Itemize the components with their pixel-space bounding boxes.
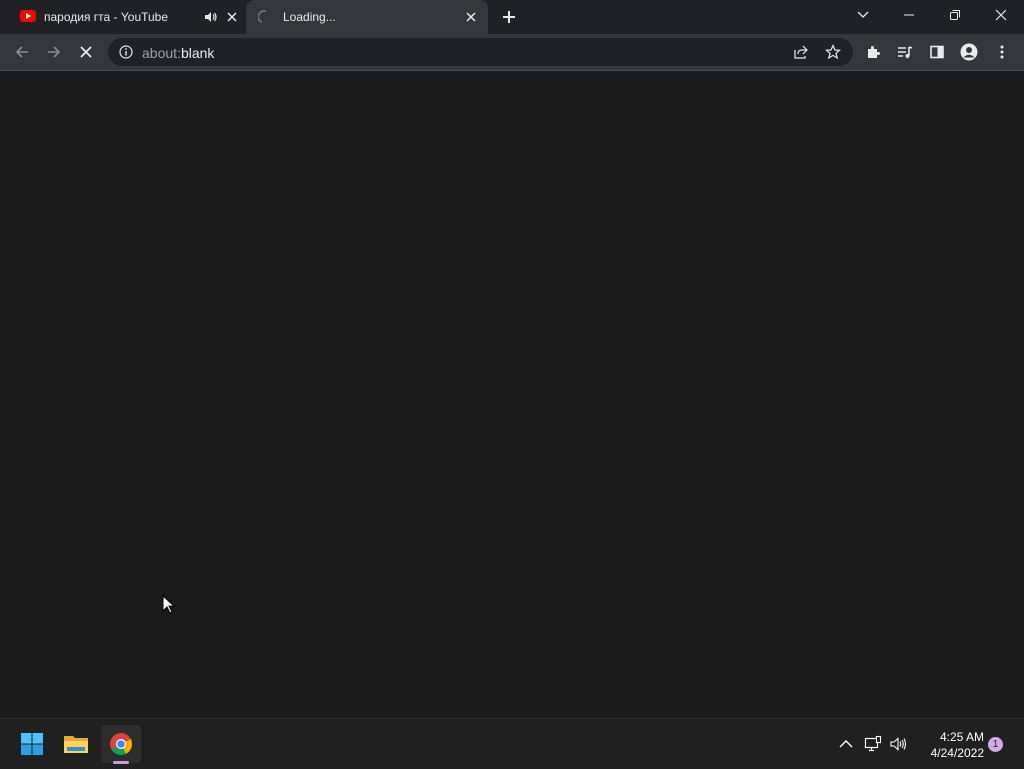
share-icon[interactable] xyxy=(793,44,809,60)
address-bar[interactable]: about:blank xyxy=(108,38,853,66)
volume-icon[interactable] xyxy=(889,735,907,753)
stop-loading-button[interactable] xyxy=(75,41,97,63)
network-icon[interactable] xyxy=(864,735,882,753)
mouse-cursor-icon xyxy=(162,595,176,614)
forward-button[interactable] xyxy=(43,41,65,63)
minimize-button[interactable] xyxy=(886,0,932,30)
url-text: about:blank xyxy=(142,45,214,61)
side-panel-icon xyxy=(930,45,944,59)
restore-icon xyxy=(950,10,960,20)
youtube-icon xyxy=(20,10,36,22)
close-tab-icon[interactable] xyxy=(463,9,479,25)
start-button[interactable] xyxy=(12,725,52,763)
chrome-icon xyxy=(110,733,132,755)
bookmark-star-icon[interactable] xyxy=(825,44,841,60)
profile-button[interactable] xyxy=(958,41,980,63)
notification-badge[interactable]: 1 xyxy=(988,737,1003,752)
clock-date: 4/24/2022 xyxy=(930,746,984,760)
tab-search-icon xyxy=(857,11,869,18)
forward-arrow-icon xyxy=(48,46,61,58)
back-button[interactable] xyxy=(11,41,33,63)
profile-icon xyxy=(960,43,978,61)
browser-toolbar: about:blank xyxy=(0,34,1024,71)
extensions-button[interactable] xyxy=(862,41,884,63)
tab-search-button[interactable] xyxy=(840,0,886,30)
media-controls-icon xyxy=(898,46,913,58)
back-arrow-icon xyxy=(15,46,28,58)
media-controls-button[interactable] xyxy=(894,41,916,63)
close-icon xyxy=(995,9,1007,21)
restore-button[interactable] xyxy=(932,0,978,30)
url-scheme: about: xyxy=(142,45,181,61)
site-info-icon[interactable] xyxy=(119,45,133,59)
running-indicator xyxy=(113,761,129,764)
system-clock[interactable]: 4:25 AM 4/24/2022 xyxy=(912,729,984,761)
tab-title: пародия гта - YouTube xyxy=(44,10,169,24)
tab-strip: пародия гта - YouTube Loading... xyxy=(0,0,1024,34)
side-panel-button[interactable] xyxy=(926,41,948,63)
clock-time: 4:25 AM xyxy=(939,730,984,744)
page-content xyxy=(0,71,1024,718)
show-hidden-icons-icon[interactable] xyxy=(837,735,855,753)
menu-button[interactable] xyxy=(991,41,1013,63)
tab-loading[interactable]: Loading... xyxy=(246,0,488,34)
extensions-icon xyxy=(868,46,880,58)
menu-icon xyxy=(1000,45,1004,59)
new-tab-icon[interactable] xyxy=(500,8,518,26)
file-explorer-icon xyxy=(64,736,88,753)
close-tab-icon[interactable] xyxy=(224,9,240,25)
windows-taskbar: 4:25 AM 4/24/2022 1 xyxy=(0,718,1024,769)
audio-playing-icon[interactable] xyxy=(204,10,218,24)
tab-title: Loading... xyxy=(283,10,336,24)
stop-loading-icon xyxy=(80,46,92,58)
window-close-button[interactable] xyxy=(978,0,1024,30)
tab-youtube[interactable]: пародия гта - YouTube xyxy=(8,0,246,34)
windows-start-icon xyxy=(21,733,43,755)
loading-spinner-icon xyxy=(258,10,266,23)
chrome-taskbar-button[interactable] xyxy=(101,725,141,763)
minimize-icon xyxy=(904,14,914,16)
url-host: blank xyxy=(180,45,215,61)
file-explorer-button[interactable] xyxy=(56,725,96,763)
